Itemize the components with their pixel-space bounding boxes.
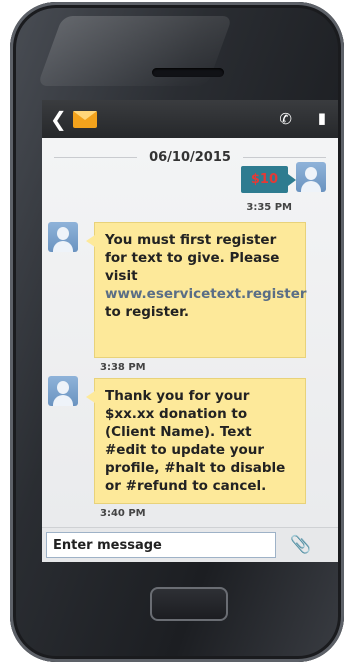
avatar xyxy=(48,376,78,406)
message-link[interactable]: www.eservicetext.register xyxy=(105,286,307,302)
avatar xyxy=(48,222,78,252)
date-divider: 06/10/2015 xyxy=(42,150,338,165)
trash-icon[interactable]: ▮ xyxy=(318,109,326,127)
message-text: Thank you for your $xx.xx donation to (C… xyxy=(105,388,286,494)
envelope-icon xyxy=(72,110,97,128)
message-text: You must first register for text to give… xyxy=(105,232,280,284)
message-time: 3:35 PM xyxy=(246,202,292,213)
sent-message-bubble[interactable]: $10 xyxy=(240,166,297,193)
message-time: 3:40 PM xyxy=(100,508,146,519)
home-button[interactable] xyxy=(150,587,228,621)
phone-speaker xyxy=(152,68,224,77)
divider-line xyxy=(54,157,138,158)
conversation-date: 06/10/2015 xyxy=(149,150,231,165)
received-message-bubble[interactable]: Thank you for your $xx.xx donation to (C… xyxy=(86,378,306,504)
chevron-left-icon[interactable]: ❮ xyxy=(50,109,67,129)
paperclip-icon[interactable]: 📎 xyxy=(290,535,311,555)
received-message-bubble[interactable]: You must first register for text to give… xyxy=(86,222,307,358)
message-text: to register. xyxy=(105,304,190,320)
avatar xyxy=(296,162,326,192)
divider-line xyxy=(242,157,327,158)
message-time: 3:38 PM xyxy=(100,362,146,373)
phone-frame: ❮ ✆ ▮ 06/10/2015 $10 3:35 PM You must fi… xyxy=(10,2,344,662)
composer-bar: 📎 xyxy=(42,527,338,562)
messaging-screen: ❮ ✆ ▮ 06/10/2015 $10 3:35 PM You must fi… xyxy=(42,100,338,562)
top-bar: ❮ ✆ ▮ xyxy=(42,100,338,138)
phone-icon[interactable]: ✆ xyxy=(279,110,292,128)
message-input[interactable] xyxy=(46,532,276,558)
